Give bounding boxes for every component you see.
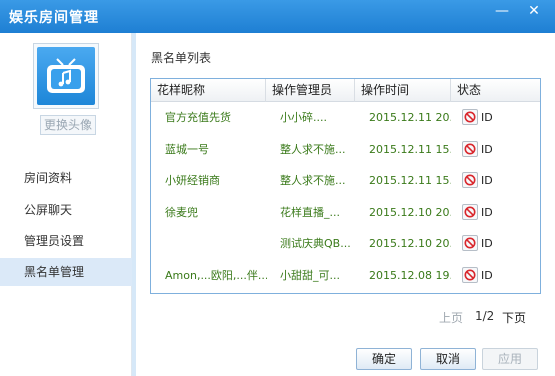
table-row[interactable]: 官方充值先货 小小碎.... 2015.12.11 20... ID [151,102,540,133]
cell-status: ID [481,269,493,282]
close-button[interactable]: ✕ [520,0,548,22]
sidebar-item-admin-settings[interactable]: 管理员设置 [0,227,132,255]
sidebar-divider [132,33,136,376]
cell-time: 2015.12.11 15... [369,174,451,187]
cell-status: ID [481,237,493,250]
cell-status: ID [481,174,493,187]
cell-time: 2015.12.11 20... [369,111,451,124]
tv-music-icon [37,47,95,105]
table-row[interactable]: Amon,...欧阳,...伴... 小甜甜_可... 2015.12.08 1… [151,260,540,291]
ban-icon[interactable] [462,235,478,251]
cell-status: ID [481,143,493,156]
cell-time: 2015.12.10 20... [369,206,451,219]
cell-status: ID [481,206,493,219]
cell-nickname: 蓝城一号 [165,143,209,156]
blacklist-table: 花样昵称 操作管理员 操作时间 状态 官方充值先货 小小碎.... 2015.1… [150,78,541,294]
column-header-nickname[interactable]: 花样昵称 [151,79,266,102]
page-indicator: 1/2 [475,309,495,323]
next-page-link[interactable]: 下页 [502,309,526,326]
cell-time: 2015.12.10 20... [369,237,451,250]
cell-nickname: 小妍经销商 [165,174,220,187]
cell-admin: 测试庆典QB... [280,237,351,250]
cell-time: 2015.12.08 19... [369,269,451,282]
cancel-button[interactable]: 取消 [420,348,476,370]
column-header-admin[interactable]: 操作管理员 [266,79,355,102]
section-title: 黑名单列表 [151,51,212,65]
cell-nickname: 徐麦兜 [165,206,198,219]
minimize-button[interactable]: — [488,0,516,22]
sidebar-item-blacklist[interactable]: 黑名单管理 [0,258,132,286]
cell-admin: 花样直播_... [280,206,340,219]
table-row[interactable]: 徐麦兜 花样直播_... 2015.12.10 20... ID [151,197,540,228]
ban-icon[interactable] [462,172,478,188]
ban-icon[interactable] [462,204,478,220]
table-header: 花样昵称 操作管理员 操作时间 状态 [151,79,540,102]
apply-button[interactable]: 应用 [482,348,538,370]
cell-nickname [165,228,267,259]
prev-page-link[interactable]: 上页 [439,309,463,326]
cell-nickname: Amon,...欧阳,...伴... [165,269,267,282]
column-header-time[interactable]: 操作时间 [355,79,451,102]
cell-time: 2015.12.11 15... [369,143,451,156]
change-avatar-button[interactable]: 更换头像 [40,115,96,135]
sidebar-item-room-info[interactable]: 房间资料 [0,164,132,192]
cell-admin: 小甜甜_可... [280,269,340,282]
cell-admin: 整人求不施... [280,143,346,156]
table-row[interactable]: 蓝城一号 整人求不施... 2015.12.11 15... ID [151,134,540,165]
sidebar-item-public-chat[interactable]: 公屏聊天 [0,196,132,224]
cell-status: ID [481,111,493,124]
ban-icon[interactable] [462,109,478,125]
ok-button[interactable]: 确定 [356,348,412,370]
title-bar: 娱乐房间管理 — ✕ [0,0,555,33]
table-row[interactable]: 测试庆典QB... 2015.12.10 20... ID [151,228,540,259]
cell-admin: 整人求不施... [280,174,346,187]
ban-icon[interactable] [462,267,478,283]
column-header-status[interactable]: 状态 [451,79,540,102]
cell-admin: 小小碎.... [280,111,327,124]
window-title: 娱乐房间管理 [9,10,99,26]
table-row[interactable]: 小妍经销商 整人求不施... 2015.12.11 15... ID [151,165,540,196]
room-avatar [33,43,99,109]
ban-icon[interactable] [462,141,478,157]
cell-nickname: 官方充值先货 [165,111,231,124]
sidebar: 更换头像 房间资料 公屏聊天 管理员设置 黑名单管理 [0,33,132,376]
